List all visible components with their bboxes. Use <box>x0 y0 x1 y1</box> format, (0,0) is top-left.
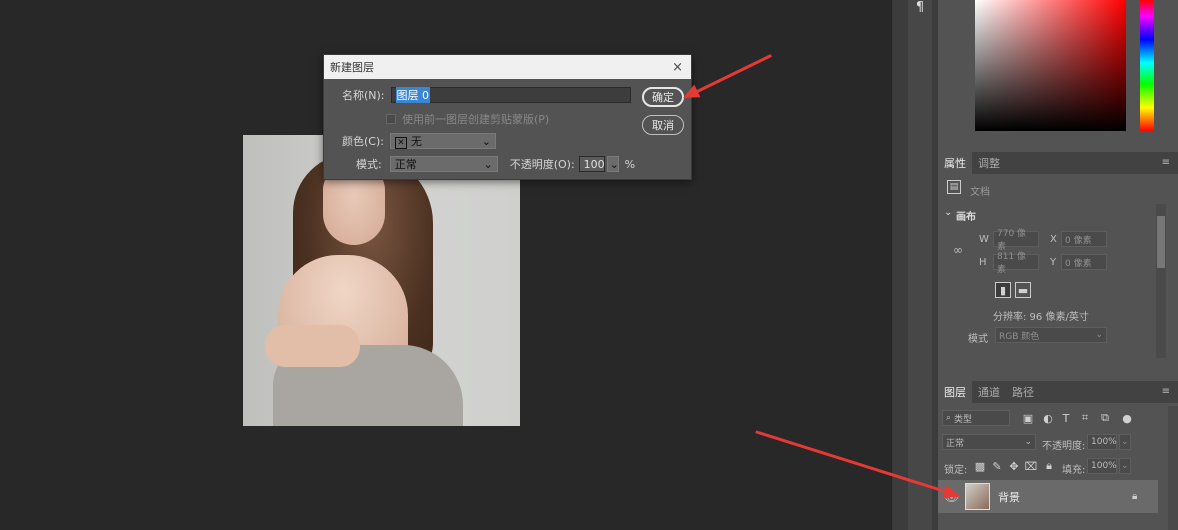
properties-scrollbar[interactable] <box>1156 204 1166 358</box>
chevron-down-icon: ⌄ <box>483 157 493 171</box>
lock-icon[interactable]: 🔒︎ <box>1132 491 1137 502</box>
color-select-value: 无 <box>410 135 422 148</box>
dock-inner <box>908 0 932 530</box>
tab-adjustments[interactable]: 调整 <box>972 152 1006 174</box>
close-icon[interactable]: × <box>672 60 683 75</box>
blend-mode-value: 正常 <box>946 438 965 449</box>
tab-paths[interactable]: 路径 <box>1006 381 1040 403</box>
paragraph-icon[interactable]: ¶ <box>912 0 928 18</box>
color-label: 颜色(C): <box>342 135 384 148</box>
opacity-label: 不透明度(O): <box>509 158 575 171</box>
layers-scrollbar[interactable] <box>1168 406 1178 530</box>
clip-mask-checkbox[interactable] <box>386 114 396 124</box>
color-mode-select[interactable]: RGB 颜色 ⌄ <box>995 327 1107 343</box>
opacity-unit: % <box>624 157 636 171</box>
y-label: Y <box>1050 257 1057 268</box>
tab-channels[interactable]: 通道 <box>972 381 1006 403</box>
portrait-orientation-icon[interactable]: ▮ <box>995 282 1011 298</box>
fill-label: 填充: <box>1062 465 1086 476</box>
scrollbar-thumb[interactable] <box>1157 216 1165 268</box>
no-color-icon: ✕ <box>394 137 407 149</box>
cancel-button[interactable]: 取消 <box>642 115 684 135</box>
dialog-titlebar[interactable]: 新建图层 × <box>324 55 691 79</box>
name-input-value: 图层 0 <box>395 87 431 103</box>
layer-filter-select[interactable]: ⌕ 类型 <box>942 410 1010 426</box>
name-label: 名称(N): <box>342 89 385 102</box>
lock-artboard-icon[interactable]: ⌧ <box>1023 458 1039 474</box>
properties-panel-header: 属性 调整 ≡ <box>938 152 1178 174</box>
annotation-arrow-ok <box>684 54 772 99</box>
resolution-text: 分辨率: 96 像素/英寸 <box>993 312 1089 323</box>
layers-panel-header: 图层 通道 路径 ≡ <box>938 381 1178 403</box>
chevron-down-icon[interactable]: ⌄ <box>944 207 952 218</box>
blend-mode-select[interactable]: 正常 ⌄ <box>942 434 1036 450</box>
layer-opacity-field[interactable]: 100% <box>1087 434 1117 450</box>
layer-name: 背景 <box>998 490 1020 504</box>
chevron-down-icon: ⌄ <box>609 157 619 171</box>
document-icon: ▤ <box>947 180 961 194</box>
chevron-down-icon: ⌄ <box>1121 461 1129 471</box>
panel-menu-icon[interactable]: ≡ <box>1162 386 1170 397</box>
image-filter-icon[interactable]: ▣ <box>1020 410 1036 426</box>
opacity-input[interactable]: 100 <box>578 156 605 172</box>
mode-select[interactable]: 正常 ⌄ <box>389 156 498 172</box>
mode-label: 模式: <box>356 158 382 171</box>
color-picker-field[interactable] <box>975 0 1126 131</box>
name-input[interactable]: 图层 0 <box>390 87 631 103</box>
chevron-down-icon: ⌄ <box>1095 330 1103 340</box>
opacity-dropdown-button[interactable]: ⌄ <box>606 156 619 172</box>
tab-properties[interactable]: 属性 <box>938 152 972 174</box>
smart-object-filter-icon[interactable]: ⧉ <box>1097 410 1113 426</box>
y-field[interactable]: 0 像素 <box>1061 254 1107 270</box>
layer-thumbnail[interactable] <box>965 483 990 510</box>
new-layer-dialog: 新建图层 × 名称(N): 图层 0 使用前一图层创建剪贴蒙版(P) 颜色(C)… <box>323 54 692 180</box>
lock-transparent-icon[interactable]: ▩ <box>972 458 988 474</box>
layer-opacity-dropdown[interactable]: ⌄ <box>1119 434 1131 450</box>
width-label: W <box>979 234 989 245</box>
layer-opacity-label: 不透明度: <box>1042 441 1086 452</box>
height-label: H <box>979 257 987 268</box>
fill-dropdown[interactable]: ⌄ <box>1119 458 1131 474</box>
mode-row: 模式: 正常 ⌄ 不透明度(O): 100 ⌄ % <box>356 156 635 172</box>
height-field[interactable]: 811 像素 <box>993 252 1039 275</box>
x-field[interactable]: 0 像素 <box>1061 231 1107 247</box>
chevron-down-icon: ⌄ <box>1121 437 1129 447</box>
fill-field[interactable]: 100% <box>1087 458 1117 474</box>
color-mode-value: RGB 颜色 <box>999 331 1040 342</box>
chevron-down-icon: ⌄ <box>481 134 491 148</box>
filter-toggle-icon[interactable]: ● <box>1119 410 1135 426</box>
landscape-orientation-icon[interactable]: ▬ <box>1015 282 1031 298</box>
document-label: 文档 <box>970 187 990 198</box>
lock-label: 锁定: <box>944 465 968 476</box>
adjustment-filter-icon[interactable]: ◐ <box>1040 410 1056 426</box>
clip-row: 使用前一图层创建剪贴蒙版(P) <box>386 111 549 127</box>
link-icon[interactable]: ∞ <box>953 243 963 257</box>
color-select[interactable]: ✕ 无 ⌄ <box>389 133 496 149</box>
canvas-section-title: 画布 <box>956 212 976 223</box>
color-row: 颜色(C): ✕ 无 ⌄ <box>342 133 496 149</box>
type-filter-icon[interactable]: T <box>1058 410 1074 426</box>
clip-mask-label: 使用前一图层创建剪贴蒙版(P) <box>402 113 550 126</box>
panel-dock-strip: ¶ <box>891 0 938 530</box>
width-field[interactable]: 770 像素 <box>993 229 1039 252</box>
lock-all-icon[interactable]: 🔒︎ <box>1041 458 1057 474</box>
x-label: X <box>1050 234 1057 245</box>
tab-layers[interactable]: 图层 <box>938 381 972 403</box>
mode-select-value: 正常 <box>394 158 417 171</box>
photo-hand <box>265 325 360 367</box>
dialog-title: 新建图层 <box>330 61 374 74</box>
lock-position-icon[interactable]: ✥ <box>1006 458 1022 474</box>
hue-slider[interactable] <box>1140 0 1154 131</box>
panel-menu-icon[interactable]: ≡ <box>1162 157 1170 168</box>
search-icon: ⌕ <box>946 413 952 423</box>
shape-filter-icon[interactable]: ⌗ <box>1077 410 1093 426</box>
chevron-down-icon: ⌄ <box>1024 437 1032 447</box>
ok-button[interactable]: 确定 <box>642 87 684 107</box>
name-row: 名称(N): 图层 0 <box>342 87 631 103</box>
layer-filter-value: 类型 <box>954 414 973 425</box>
color-mode-label: 模式 <box>968 334 988 345</box>
lock-image-icon[interactable]: ✎ <box>989 458 1005 474</box>
